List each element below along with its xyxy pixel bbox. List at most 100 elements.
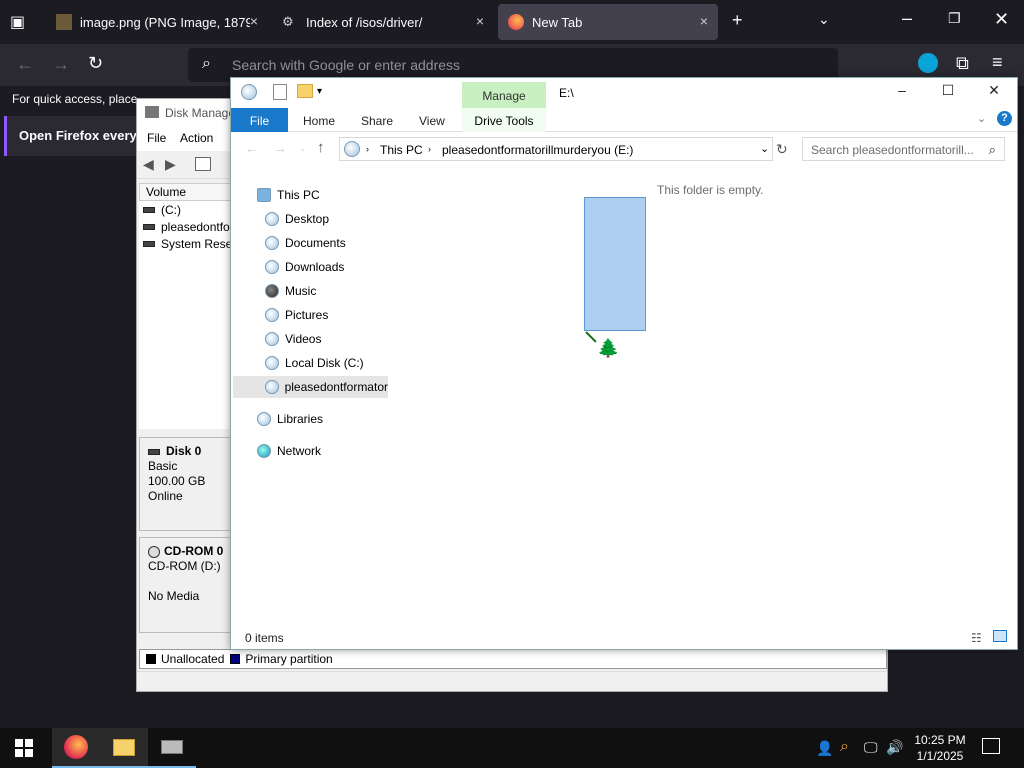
user-icon[interactable]: 👤 — [816, 740, 833, 757]
back-icon[interactable]: ← — [245, 140, 259, 156]
nav-label: pleasedontformator — [284, 380, 388, 394]
close-tab-icon[interactable]: × — [700, 13, 708, 29]
address-bar[interactable]: › This PC › pleasedontformatorillmurdery… — [339, 137, 773, 161]
taskbar: 👤 ⌕ 🖵 🔊 10:25 PM 1/1/2025 — [0, 728, 1024, 768]
breadcrumb-drive[interactable]: pleasedontformatorillmurderyou (E:) — [442, 143, 633, 157]
new-folder-icon[interactable] — [297, 84, 313, 98]
list-item[interactable]: pleasedontfor — [143, 220, 234, 234]
close-tab-icon[interactable]: × — [476, 13, 484, 29]
tab-file[interactable]: File — [231, 108, 288, 132]
tab-image-png[interactable]: image.png (PNG Image, 1879 × × — [46, 4, 268, 40]
firefox-tab-strip: ▣ image.png (PNG Image, 1879 × × ⚙ Index… — [0, 0, 1024, 44]
tab-index-isos[interactable]: ⚙ Index of /isos/driver/ × — [272, 4, 494, 40]
network-tray-icon[interactable]: 🖵 — [864, 739, 878, 756]
list-item[interactable]: System Reserv — [143, 237, 242, 251]
nav-item-desktop[interactable]: Desktop — [265, 208, 329, 230]
cdrom-0-info[interactable]: CD-ROM 0 CD-ROM (D:) No Media — [139, 537, 235, 633]
chevron-down-icon[interactable]: ⌄ — [760, 142, 769, 155]
desktop-icon — [265, 212, 279, 226]
nav-item-this-pc[interactable]: This PC — [257, 184, 320, 206]
ribbon-tabs: File Home Share View Drive Tools ⌄ ? — [231, 108, 1017, 132]
chevron-down-icon[interactable]: ⌄ — [818, 11, 830, 28]
volume-icon[interactable]: 🔊 — [886, 739, 903, 756]
drive-icon — [143, 241, 155, 247]
taskbar-disk-management[interactable] — [148, 728, 196, 768]
help-icon[interactable]: ? — [997, 111, 1012, 126]
new-tab-button[interactable]: + — [732, 10, 743, 31]
nav-label: This PC — [277, 188, 320, 202]
show-hide-tree-icon[interactable] — [195, 157, 211, 171]
refresh-icon[interactable]: ↻ — [776, 141, 788, 158]
restore-icon[interactable]: ❐ — [948, 10, 961, 27]
window-title-bar: ▾ Manage E:\ – ☐ ✕ — [231, 78, 1017, 108]
properties-icon[interactable] — [273, 84, 287, 100]
back-icon[interactable]: ◀ — [143, 156, 154, 173]
menu-action[interactable]: Action — [180, 131, 213, 145]
taskbar-file-explorer[interactable] — [100, 728, 148, 768]
nav-label: Desktop — [285, 212, 330, 226]
forward-icon[interactable]: → — [273, 140, 287, 156]
videos-icon — [265, 332, 279, 346]
tab-share[interactable]: Share — [361, 114, 393, 128]
disk-icon — [148, 448, 160, 455]
large-icons-view-icon[interactable] — [993, 630, 1007, 642]
nav-item-pictures[interactable]: Pictures — [265, 304, 328, 326]
close-icon[interactable]: ✕ — [971, 82, 1017, 104]
close-tab-icon[interactable]: × — [250, 13, 258, 29]
tab-drive-tools[interactable]: Drive Tools — [462, 108, 546, 132]
nav-item-music[interactable]: Music — [265, 280, 316, 302]
nav-label: Downloads — [285, 260, 345, 274]
tab-home[interactable]: Home — [303, 114, 335, 128]
search-input[interactable]: Search pleasedontformatorill... ⌕ — [802, 137, 1005, 161]
chevron-down-icon[interactable]: ⌄ — [977, 112, 986, 125]
cdrom-status: No Media — [148, 589, 200, 603]
menu-icon[interactable]: ≡ — [992, 52, 1003, 73]
drive-icon — [143, 224, 155, 230]
tab-view[interactable]: View — [419, 114, 445, 128]
column-header-volume[interactable]: Volume — [139, 183, 239, 201]
downloads-icon — [265, 260, 279, 274]
disk-0-info[interactable]: Disk 0 Basic 100.00 GB Online — [139, 437, 235, 531]
address-row: ← → ⌄ ↑ › This PC › pleasedontformatoril… — [231, 134, 1017, 164]
nav-item-downloads[interactable]: Downloads — [265, 256, 344, 278]
list-item[interactable]: (C:) — [143, 203, 181, 217]
nav-label: Libraries — [277, 412, 324, 426]
cdrom-name: CD-ROM 0 — [164, 544, 224, 558]
clock[interactable]: 10:25 PM 1/1/2025 — [912, 732, 968, 764]
start-button[interactable] — [0, 728, 48, 768]
forward-icon[interactable]: ▶ — [165, 156, 176, 173]
nav-item-local-disk-c[interactable]: Local Disk (C:) — [265, 352, 364, 374]
minimize-icon[interactable]: – — [902, 8, 912, 29]
nav-item-videos[interactable]: Videos — [265, 328, 321, 350]
chevron-down-icon[interactable]: ▾ — [317, 86, 322, 97]
search-icon[interactable]: ⌕ — [840, 738, 849, 756]
close-icon[interactable]: ✕ — [994, 9, 1009, 30]
extensions-icon[interactable]: ⧉ — [956, 53, 969, 74]
taskbar-firefox[interactable] — [52, 728, 100, 768]
up-icon[interactable]: ↑ — [317, 139, 325, 156]
minimize-icon[interactable]: – — [879, 82, 925, 104]
forward-icon[interactable]: → — [52, 54, 70, 75]
account-icon[interactable] — [918, 53, 938, 73]
nav-item-drive-e[interactable]: pleasedontformator — [233, 376, 388, 398]
details-view-icon[interactable]: ☷ — [971, 631, 982, 645]
content-pane[interactable] — [391, 172, 1017, 624]
menu-file[interactable]: File — [147, 131, 166, 145]
list-all-tabs-icon[interactable]: ▣ — [10, 12, 25, 32]
window-title: E:\ — [559, 86, 574, 100]
primary-partition-swatch — [230, 654, 241, 664]
nav-label: Network — [277, 444, 322, 458]
breadcrumb-this-pc[interactable]: This PC — [380, 143, 423, 157]
tab-new-tab[interactable]: New Tab × — [498, 4, 718, 40]
reload-icon[interactable]: ↻ — [88, 53, 103, 74]
chevron-down-icon[interactable]: ⌄ — [299, 143, 307, 154]
maximize-icon[interactable]: ☐ — [925, 82, 971, 104]
disk-graphical-view: Disk 0 Basic 100.00 GB Online CD-ROM 0 C… — [139, 433, 235, 633]
nav-item-libraries[interactable]: Libraries — [257, 408, 323, 430]
notifications-icon[interactable] — [982, 738, 1000, 754]
back-icon[interactable]: ← — [16, 54, 34, 75]
nav-item-network[interactable]: Network — [257, 440, 321, 462]
tab-manage[interactable]: Manage — [462, 82, 546, 108]
documents-icon — [265, 236, 279, 250]
nav-item-documents[interactable]: Documents — [265, 232, 346, 254]
